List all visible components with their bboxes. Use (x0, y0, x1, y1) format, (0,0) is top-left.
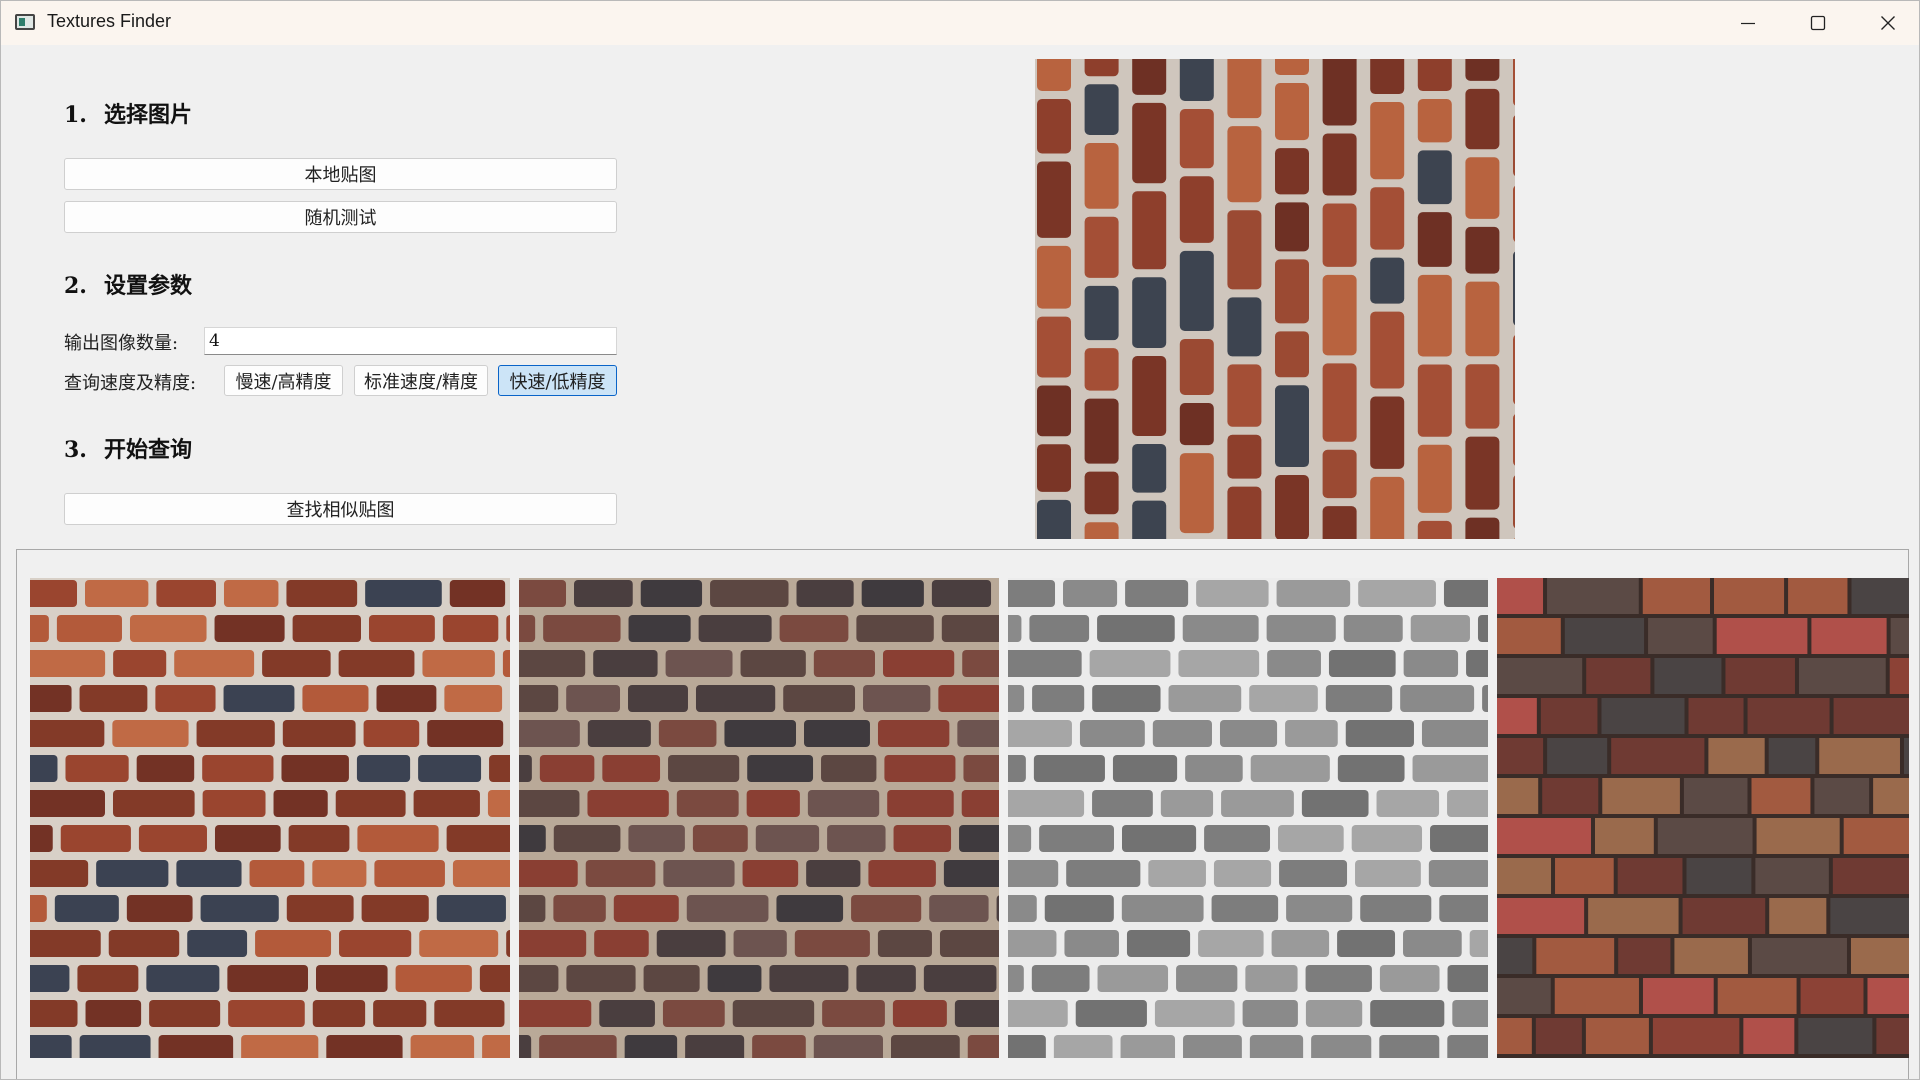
title-bar[interactable]: Textures Finder (1, 1, 1919, 45)
speed-slow-high-button[interactable]: 慢速/高精度 (224, 365, 343, 396)
step2-heading: 2. 设置参数 (64, 268, 192, 300)
step3-title: 开始查询 (104, 437, 193, 463)
close-icon (1881, 16, 1895, 30)
app-icon (15, 14, 35, 30)
output-count-input[interactable]: 4 (204, 327, 617, 355)
speed-standard-button[interactable]: 标准速度/精度 (354, 365, 488, 396)
maximize-button[interactable] (1783, 1, 1853, 45)
find-similar-button[interactable]: 查找相似贴图 (64, 493, 617, 525)
step1-number: 1. (64, 102, 87, 128)
app-window: Textures Finder 1. 选择图片 本地贴图 随机测试 2. 设置参数 … (0, 0, 1920, 1080)
client-area: 1. 选择图片 本地贴图 随机测试 2. 设置参数 输出图像数量: 4 查询速度及精… (1, 45, 1919, 1079)
step1-heading: 1. 选择图片 (64, 97, 192, 129)
result-texture-4[interactable] (1497, 578, 1909, 1058)
step2-title: 设置参数 (104, 273, 193, 299)
step3-number: 3. (64, 437, 87, 463)
random-test-button[interactable]: 随机测试 (64, 201, 617, 233)
step1-title: 选择图片 (104, 102, 193, 128)
minimize-button[interactable] (1713, 1, 1783, 45)
query-texture-image (1035, 59, 1515, 539)
output-count-label: 输出图像数量: (64, 333, 179, 354)
result-texture-1[interactable] (30, 578, 510, 1058)
local-texture-button[interactable]: 本地贴图 (64, 158, 617, 190)
maximize-icon (1810, 15, 1826, 31)
close-button[interactable] (1853, 1, 1919, 45)
step2-number: 2. (64, 273, 87, 299)
result-texture-3[interactable] (1008, 578, 1488, 1058)
speed-fast-low-button[interactable]: 快速/低精度 (498, 365, 617, 396)
result-texture-2[interactable] (519, 578, 999, 1058)
window-title: Textures Finder (47, 11, 172, 31)
speed-precision-label: 查询速度及精度: (64, 373, 197, 394)
step3-heading: 3. 开始查询 (64, 432, 192, 464)
minimize-icon (1741, 22, 1755, 25)
